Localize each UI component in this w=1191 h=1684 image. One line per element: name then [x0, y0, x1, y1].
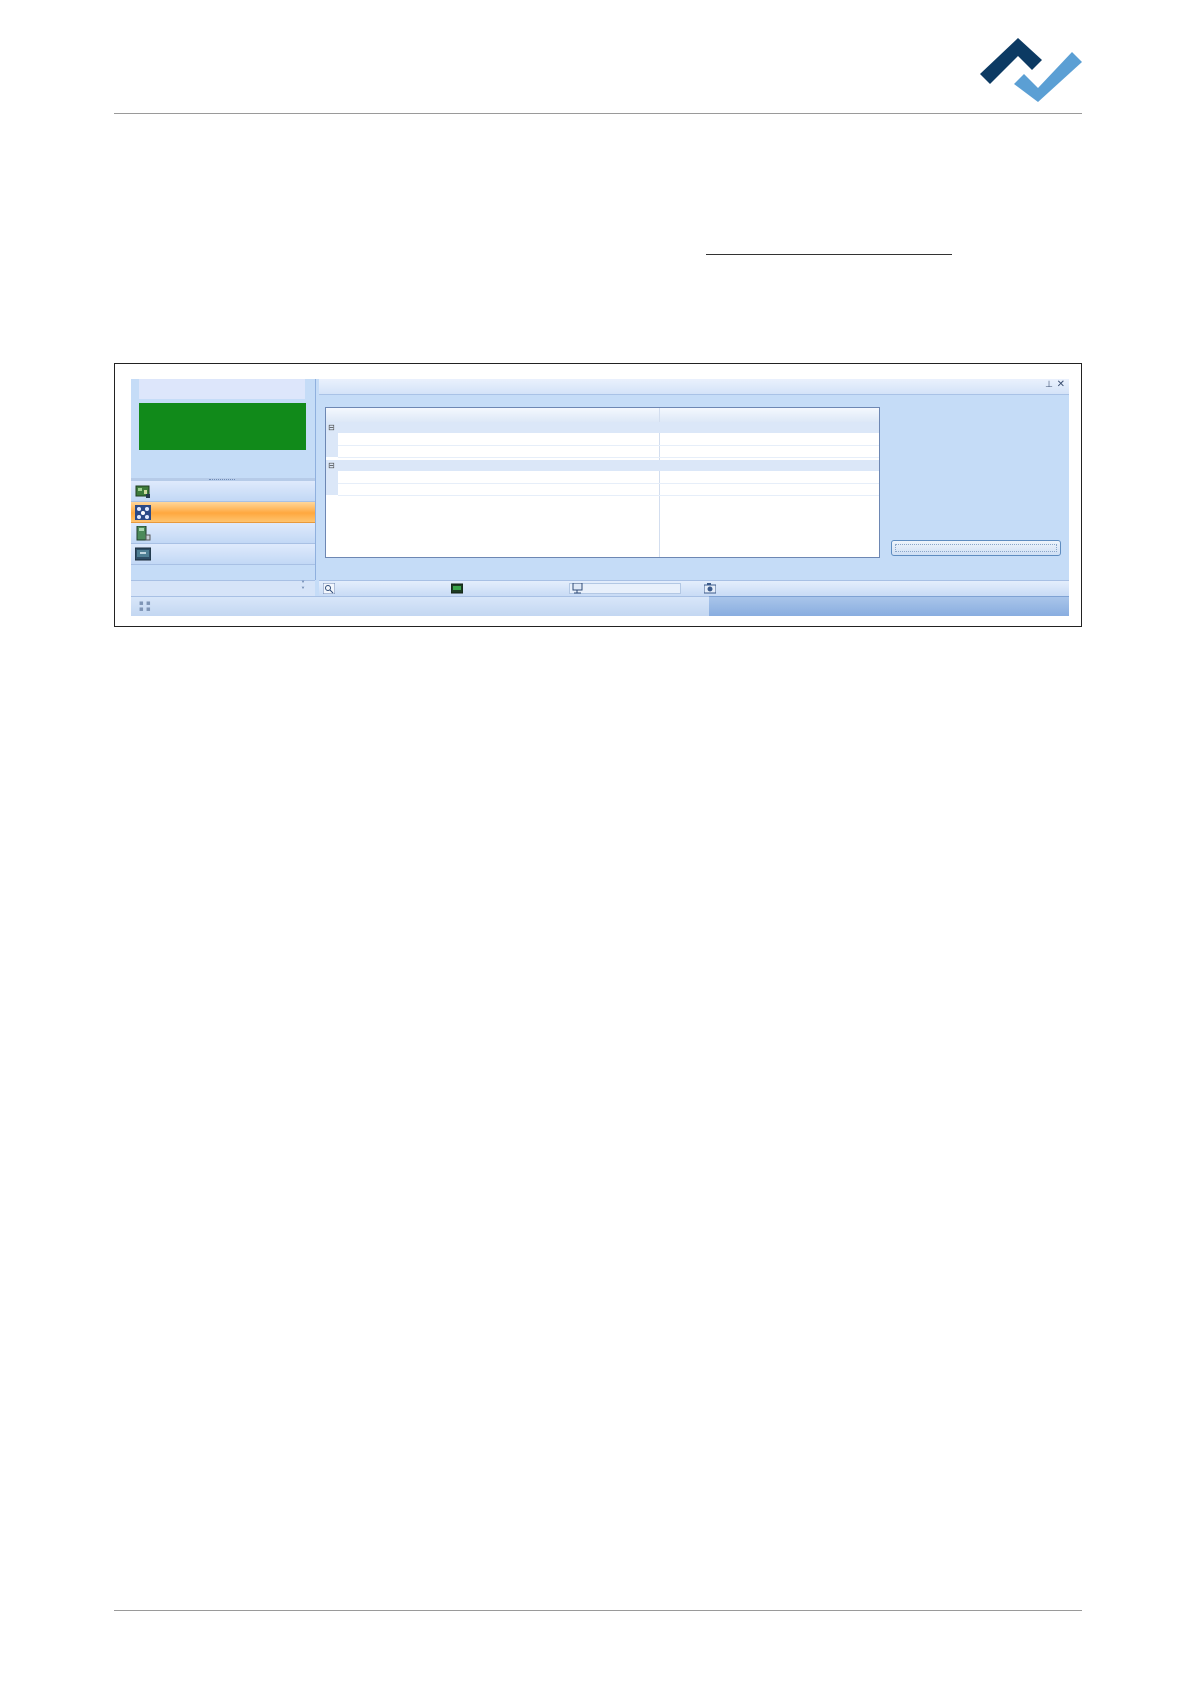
table-row[interactable] [338, 445, 879, 458]
nav-item-monitor-display[interactable] [131, 544, 315, 565]
nav-item-network-nodes[interactable] [131, 502, 315, 523]
close-icon[interactable]: ✕ [1057, 379, 1065, 390]
action-button[interactable] [891, 540, 1061, 556]
nav-item-board-component[interactable] [131, 523, 315, 544]
grid-row-gutter [326, 471, 338, 495]
nav-footer: ˅ ˅ [131, 580, 315, 596]
pin-icon[interactable]: ⊥ [1045, 380, 1053, 390]
bottom-toolbar [319, 580, 1069, 596]
nav-panel-header [139, 379, 305, 399]
content-header-bar: ⊥ ✕ [319, 379, 1069, 395]
footer-rule [114, 1610, 1082, 1611]
monitor-display-icon [135, 547, 151, 561]
monitor-icon[interactable] [572, 583, 584, 594]
chevron-double-down-icon[interactable]: ˅ ˅ [301, 581, 305, 595]
board-component-icon [136, 526, 151, 541]
data-grid[interactable]: ⊟ ⊟ [325, 407, 880, 558]
magnifier-icon[interactable] [323, 583, 335, 594]
screenshot-figure: ˅ ˅ ⊥ ✕ ⊟ ⊟ ▪ ▪ ▪ ▪ [114, 363, 1082, 627]
grid-row-gutter [326, 433, 338, 457]
nav-border [315, 379, 316, 580]
application-window: ˅ ˅ ⊥ ✕ ⊟ ⊟ ▪ ▪ ▪ ▪ [131, 379, 1069, 616]
grid-group-row[interactable]: ⊟ [326, 460, 879, 471]
status-bar-progress-area [709, 596, 1069, 616]
header-rule [114, 113, 1082, 114]
expand-toggle-icon[interactable]: ⊟ [328, 460, 335, 471]
status-indicator-panel [139, 403, 306, 450]
nav-item-circuit-board[interactable] [131, 481, 315, 502]
status-bar: ▪ ▪ ▪ ▪ [131, 596, 709, 616]
brand-chevron-logo-icon [980, 38, 1082, 102]
grid-column-header [326, 408, 879, 423]
expand-toggle-icon[interactable]: ⊟ [328, 422, 335, 433]
circuit-board-icon [135, 485, 150, 498]
network-nodes-icon [135, 505, 151, 520]
grid-group-row[interactable]: ⊟ [326, 422, 879, 433]
image-icon[interactable] [451, 583, 463, 594]
underline-link[interactable] [706, 254, 952, 255]
resize-grip-icon[interactable]: ▪ ▪ ▪ ▪ [139, 600, 151, 613]
toolbar-field[interactable] [569, 583, 681, 594]
table-row[interactable] [338, 483, 879, 496]
camera-icon[interactable] [704, 583, 716, 594]
